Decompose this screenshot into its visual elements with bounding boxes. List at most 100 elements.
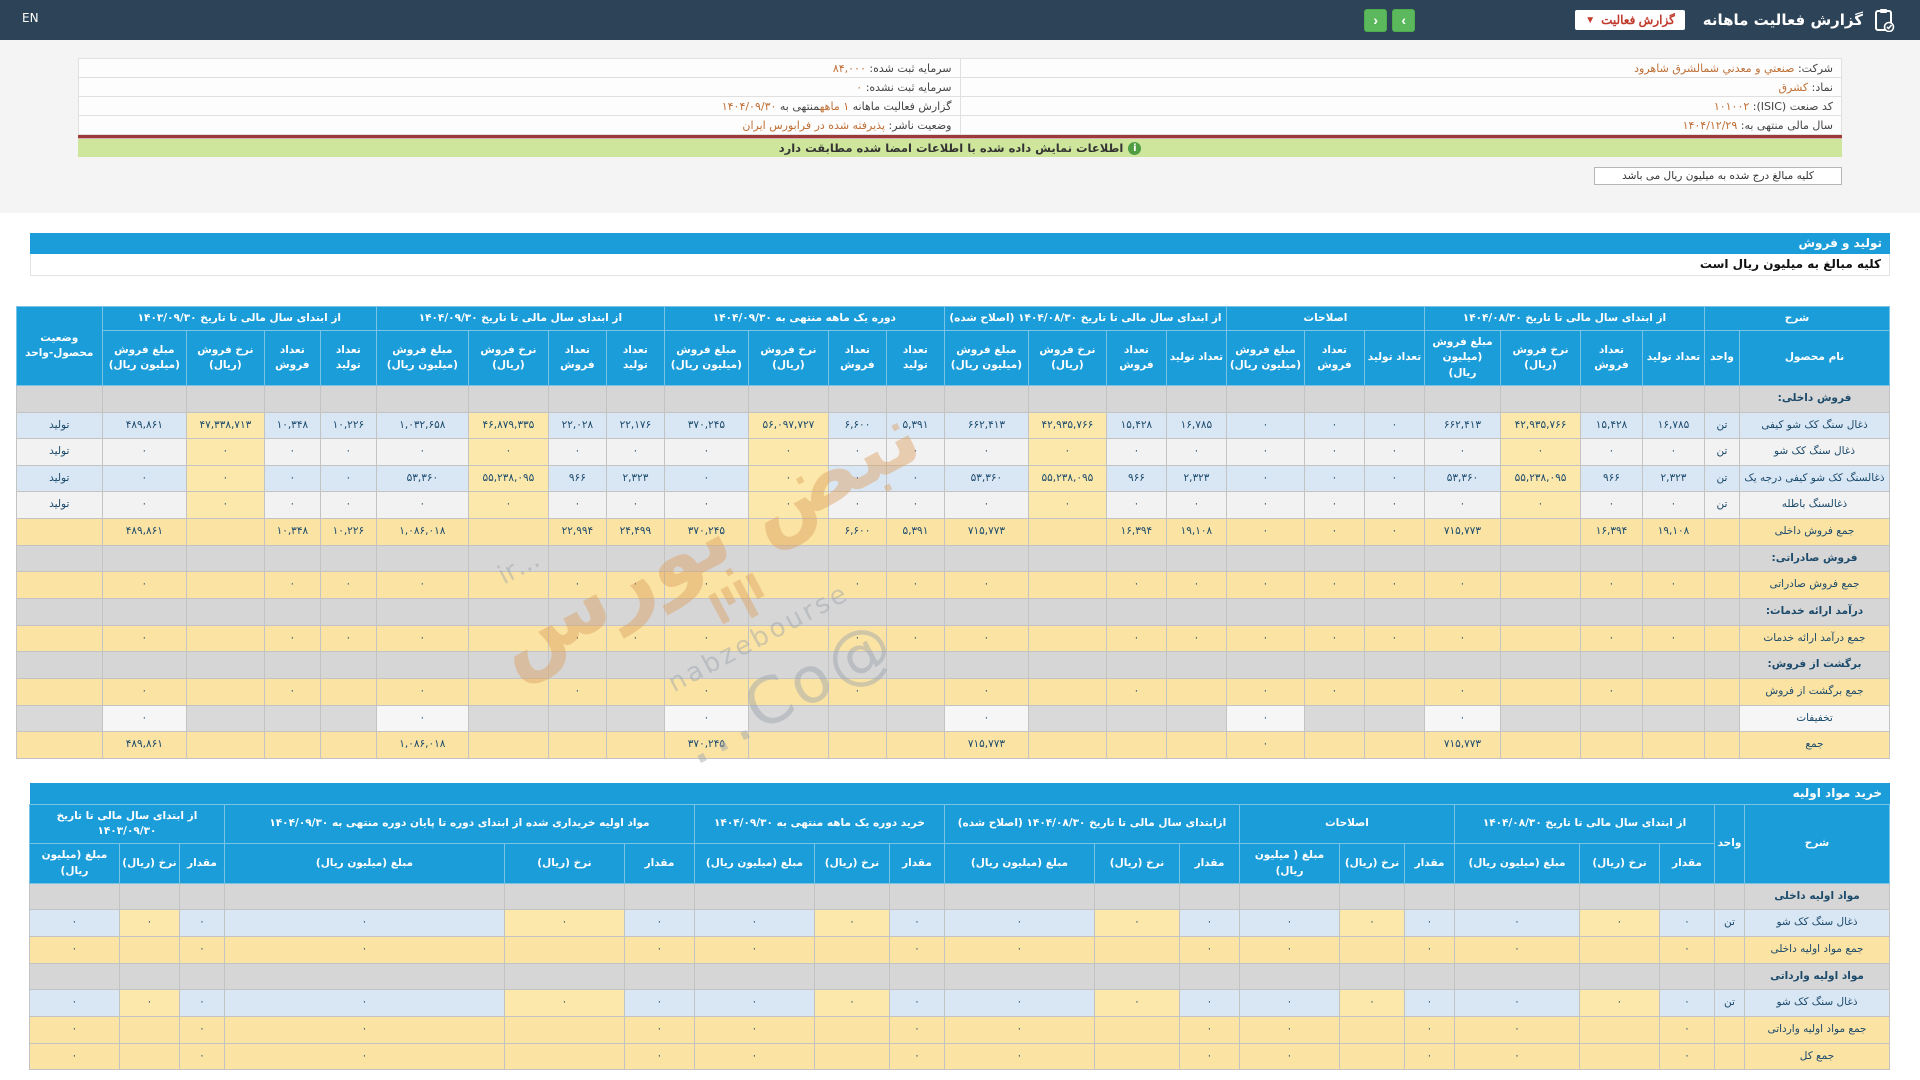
value-cell: ۰ <box>623 909 695 937</box>
value-cell: ۰ <box>1303 571 1365 599</box>
value-cell: ۰ <box>1303 624 1365 653</box>
value-cell <box>605 677 665 706</box>
value-cell: ۰ <box>223 1015 505 1044</box>
value-cell <box>263 704 321 733</box>
column-header: مقدار <box>888 843 945 884</box>
value-cell: ۰ <box>375 704 469 733</box>
value-cell: ۷۱۵,۷۷۳ <box>1423 731 1502 759</box>
value-cell <box>185 624 265 653</box>
value-cell <box>467 704 549 733</box>
previous-report-button[interactable]: ‹ <box>1364 8 1388 32</box>
report-content: تولید و فروش کلیه مبالغ به میلیون ریال ا… <box>0 213 1920 1071</box>
next-report-button[interactable]: › <box>1392 8 1416 32</box>
value-cell <box>885 384 945 413</box>
column-header: مقدار <box>178 843 225 884</box>
value-cell: ۰ <box>943 624 1029 653</box>
value-cell: ۰ <box>319 571 377 599</box>
product-row: ذغال سنگ کک شو کیفی تن ۱۶,۷۸۵ ۱۵,۴۲۸ ۴۲,۹۳۵,… <box>15 411 1890 440</box>
value-cell: ۴۶,۸۷۹,۳۳۵ <box>467 411 549 440</box>
value-cell: ۰ <box>1404 909 1455 937</box>
value-cell: ۴۸۹,۸۶۱ <box>101 411 187 440</box>
column-header: مبلغ (میلیون ریال) <box>28 843 120 884</box>
sum-row: جمع برگشت از فروش ۰ ۰ ۰ ۰ ۰ ۰ ۰ ۰ ۰ ۰ ۰ ۰ <box>15 677 1890 706</box>
value-cell: ۰ <box>888 936 945 964</box>
value-cell: ۰ <box>101 491 187 520</box>
value-cell: ۰ <box>1404 989 1455 1017</box>
value-cell: ۰ <box>663 464 749 493</box>
value-cell <box>1178 962 1240 991</box>
unit-cell <box>1704 731 1740 759</box>
column-header: مبلغ ( میلیون ریال) <box>1238 843 1341 884</box>
value-cell: ۲,۳۲۳ <box>605 464 665 493</box>
raw-materials-table: شرح واحد از ابتدای سال مالی تا تاریخ ۱۴۰۴/… <box>28 803 1890 1071</box>
value-cell: ۰ <box>375 677 469 706</box>
value-cell: ۰ <box>1454 909 1580 937</box>
report-nav-buttons: › ‹ <box>1364 8 1416 32</box>
report-type-dropdown-label: گزارش فعالیت <box>1601 13 1675 27</box>
value-cell: ۰ <box>1303 491 1365 520</box>
value-cell <box>623 882 695 911</box>
language-switch-en[interactable]: EN <box>22 11 39 25</box>
value-cell <box>1642 598 1705 626</box>
value-cell: ۰ <box>263 464 321 493</box>
value-cell <box>943 384 1029 413</box>
value-cell <box>827 384 887 413</box>
value-cell: ۰ <box>1404 936 1455 964</box>
column-header: مبلغ (میلیون ریال) <box>943 843 1095 884</box>
value-cell: ۰ <box>663 624 749 653</box>
unit-cell <box>1704 704 1740 733</box>
value-cell: ۰ <box>1165 438 1227 466</box>
value-cell: ۰ <box>1225 491 1305 520</box>
company-info-row: شرکت: صنعتي و معدني شمالشرق شاهرود سرمایه… <box>78 58 1842 78</box>
value-cell <box>623 962 695 991</box>
value-cell <box>1500 651 1581 679</box>
value-cell: ۰ <box>1579 989 1660 1017</box>
column-header: مبلغ (میلیون ریال) <box>693 843 815 884</box>
value-cell <box>663 598 749 626</box>
value-cell <box>467 518 549 546</box>
value-cell <box>1642 704 1705 733</box>
value-cell: ۱,۰۸۶,۰۱۸ <box>375 518 469 546</box>
sum-row: جمع ۷۱۵,۷۷۳ ۰ ۷۱۵,۷۷۳ ۳۷۰,۲۴۵ ۱,۰۸۶,۰۱۸ ۴۸۹,۸۶… <box>15 731 1890 759</box>
value-cell <box>1580 384 1643 413</box>
section-row: درآمد ارائه خدمات: <box>15 598 1890 626</box>
value-cell: ۱۹,۱۰۸ <box>1165 518 1227 546</box>
value-cell <box>1339 962 1405 991</box>
value-cell: ۰ <box>1363 438 1425 466</box>
column-header: نرخ فروش (ریال) <box>1500 330 1581 386</box>
value-cell <box>1454 962 1580 991</box>
value-cell: ۰ <box>1238 1042 1341 1071</box>
value-cell <box>1165 731 1227 759</box>
value-cell: ۰ <box>888 1042 945 1071</box>
value-cell <box>101 544 187 573</box>
column-header: خرید دوره یک ماهه منتهی به ۱۴۰۴/۰۹/۳۰ <box>693 803 945 845</box>
value-cell: ۰ <box>1225 731 1305 759</box>
value-cell <box>1027 677 1107 706</box>
value-cell: ۰ <box>885 571 945 599</box>
column-header: مواد اولیه خریداری شده از ابتدای دوره تا… <box>223 803 695 845</box>
value-cell <box>185 544 265 573</box>
value-cell: ۰ <box>693 1015 815 1044</box>
value-cell <box>319 731 377 759</box>
report-type-dropdown[interactable]: گزارش فعالیت ▼ <box>1575 10 1685 30</box>
value-cell: ۰ <box>1165 491 1227 520</box>
column-header: نرخ فروش (ریال) <box>185 330 265 386</box>
value-cell <box>885 651 945 679</box>
column-header: شرح <box>1704 305 1890 332</box>
unit-cell <box>1704 624 1740 653</box>
value-cell <box>503 962 625 991</box>
product-row: ذغال سنگ کک شو تن ۰ ۰ ۰ ۰ ۰ ۰ ۰ ۰ ۰ ۰ ۰ ۰ ۰ ۰ ۰ ۰ ۰ ۰ ۰ ۰ ۰ ۰ ۰ ت… <box>15 438 1890 466</box>
info-icon: i <box>1128 141 1142 155</box>
value-cell <box>185 518 265 546</box>
value-cell <box>1027 624 1107 653</box>
value-cell <box>1363 598 1425 626</box>
unit-cell: تن <box>1704 411 1740 440</box>
section-label: فروش صادراتی: <box>1739 544 1890 573</box>
value-cell: ۹۶۶ <box>1105 464 1167 493</box>
value-cell <box>118 882 180 911</box>
value-cell: ۰ <box>1238 1015 1341 1044</box>
value-cell <box>185 651 265 679</box>
row-label-cell: تخفیفات <box>1739 704 1890 733</box>
value-cell <box>747 731 829 759</box>
status-cell: تولید <box>15 491 103 520</box>
